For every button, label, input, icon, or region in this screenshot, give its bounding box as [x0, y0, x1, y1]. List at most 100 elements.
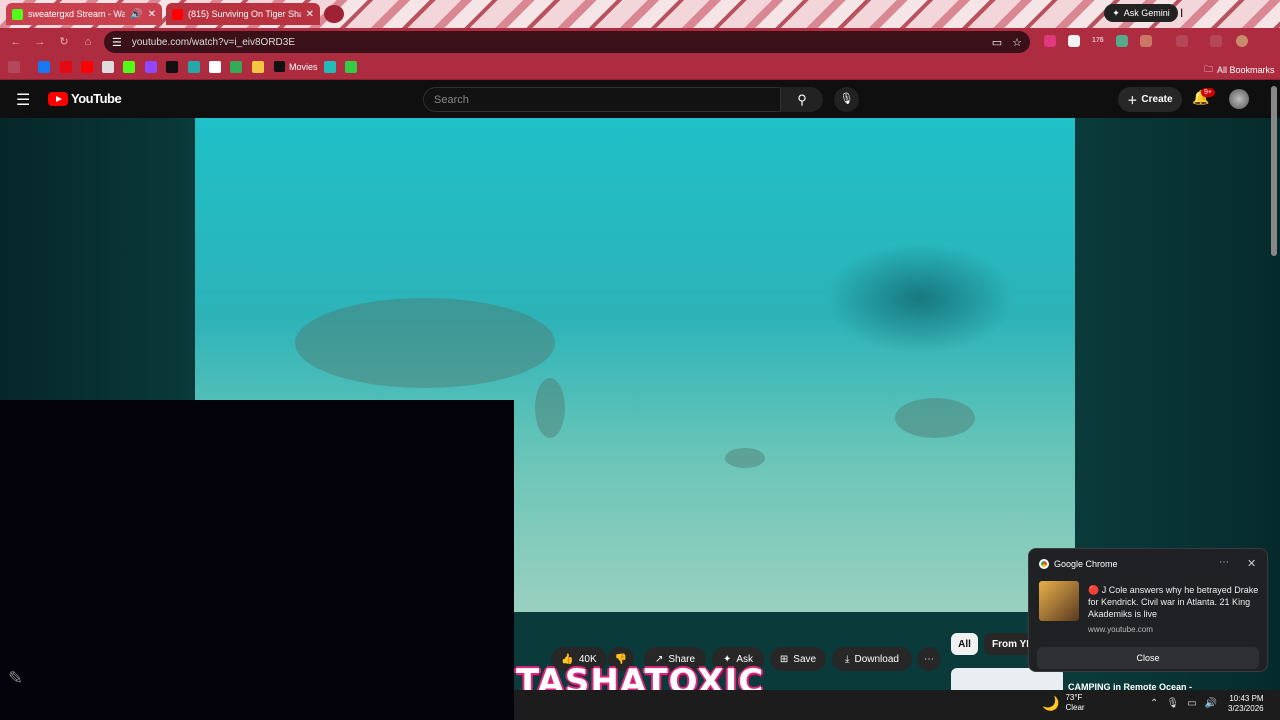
speaker-icon[interactable]: 🔊 [130, 9, 142, 20]
temperature: 73°F [1065, 693, 1083, 702]
bookmark-icon[interactable] [252, 61, 264, 73]
bookmark-icon: ⊞ [779, 653, 789, 665]
microphone-icon[interactable]: 🎙 [1166, 698, 1179, 709]
profile-avatar[interactable] [1236, 35, 1248, 47]
extension-badge[interactable]: 176 [1092, 37, 1104, 44]
network-icon[interactable]: ▭ [1187, 698, 1196, 709]
seafloor-rocks [725, 448, 765, 468]
seafloor-rocks [895, 398, 975, 438]
chrome-notification[interactable]: Google Chrome ⋯ ✕ 🔴 J Cole answers why h… [1028, 548, 1268, 672]
youtube-icon[interactable] [81, 61, 93, 73]
tab-title: (815) Surviving On Tiger Shark [188, 9, 301, 19]
time: 10:43 PM [1229, 694, 1264, 703]
search-input[interactable]: Search [423, 87, 781, 112]
all-bookmarks-button[interactable]: 🗀 All Bookmarks [1204, 62, 1275, 78]
notification-thumbnail [1039, 581, 1079, 621]
tab-strip: sweatergxd Stream - Watch 🔊 ✕ (815) Surv… [0, 0, 1280, 28]
create-label: Create [1141, 94, 1173, 105]
facebook-icon[interactable] [38, 61, 50, 73]
more-options-icon[interactable]: ⋯ [1219, 557, 1229, 568]
save-button[interactable]: ⊞ Save [770, 647, 826, 671]
youtube-play-icon [48, 91, 68, 106]
youtube-icon [172, 8, 183, 20]
play-icon [274, 61, 285, 72]
chrome-icon [1039, 559, 1049, 569]
more-icon: ⋯ [924, 653, 934, 665]
date: 3/23/2026 [1228, 704, 1264, 713]
extension-icon[interactable] [1210, 35, 1222, 47]
tab-sweatergxd-stream[interactable]: sweatergxd Stream - Watch 🔊 ✕ [6, 3, 162, 25]
page-scrollbar[interactable] [1271, 86, 1277, 256]
bookmark-icon[interactable] [209, 61, 221, 73]
moon-icon: 🌙 [1042, 695, 1060, 711]
bookmark-star-icon[interactable]: ☆ [1012, 36, 1022, 49]
chevron-up-icon[interactable]: ⌃ [1150, 698, 1158, 709]
home-icon[interactable]: ⌂ [80, 34, 96, 50]
notification-header: Google Chrome [1039, 559, 1118, 569]
bookmark-movies[interactable]: Movies [274, 61, 318, 72]
close-icon[interactable]: ✕ [306, 9, 314, 20]
bookmarks-bar: Movies 🗀 All Bookmarks [0, 56, 1280, 80]
notification-app: Google Chrome [1054, 559, 1118, 569]
sparkle-icon: ✦ [1112, 7, 1120, 18]
download-button[interactable]: ⤓ Download [832, 647, 912, 671]
reload-icon[interactable]: ↻ [56, 34, 72, 50]
back-icon[interactable]: ← [8, 34, 24, 50]
volume-icon[interactable]: 🔊 [1205, 698, 1217, 709]
site-info-icon[interactable]: ☰ [112, 36, 122, 49]
avatar[interactable] [1229, 89, 1249, 109]
plus-icon: ＋ [1127, 96, 1138, 107]
extension-icon[interactable] [1068, 35, 1080, 47]
ask-gemini-button[interactable]: ✦ Ask Gemini [1104, 4, 1178, 22]
extension-icon[interactable] [1116, 35, 1128, 47]
extension-icon[interactable] [1044, 35, 1056, 47]
close-icon[interactable]: ✕ [1247, 557, 1256, 570]
pen-icon: ✎ [8, 668, 24, 688]
close-icon[interactable]: ✕ [148, 9, 156, 20]
windows-taskbar: 🌙 73°F Clear ⌃ 🎙 ▭ 🔊 10:43 PM 3/23/2026 [514, 690, 1280, 720]
create-button[interactable]: ＋ Create [1118, 87, 1182, 112]
twitch-icon[interactable] [145, 61, 157, 73]
extension-icon[interactable] [1140, 35, 1152, 47]
hamburger-menu-icon[interactable]: ☰ [16, 90, 30, 110]
bookmark-icon[interactable] [230, 61, 242, 73]
apps-icon[interactable] [8, 61, 20, 73]
bookmark-icon[interactable] [324, 61, 336, 73]
notification-close-button[interactable]: Close [1037, 647, 1259, 669]
kick-icon[interactable] [123, 61, 135, 73]
seafloor-rocks [535, 378, 565, 438]
tab-youtube-video[interactable]: (815) Surviving On Tiger Shark ✕ [166, 3, 320, 25]
gemini-label: Ask Gemini [1123, 8, 1170, 18]
netflix-icon[interactable] [60, 61, 72, 73]
bookmark-icon[interactable] [188, 61, 200, 73]
clock[interactable]: 10:43 PM 3/23/2026 [1228, 694, 1264, 714]
text-cursor-icon: I [1180, 6, 1184, 20]
system-tray: ⌃ 🎙 ▭ 🔊 [1150, 698, 1217, 709]
youtube-header: ☰ YouTube Search ⚲ 🎙 ＋ Create 🔔 9+ [0, 80, 1280, 118]
folder-icon: 🗀 [1204, 64, 1214, 74]
forward-icon[interactable]: → [32, 34, 48, 50]
bookmark-icon[interactable] [345, 61, 357, 73]
more-actions-button[interactable]: ⋯ [917, 647, 941, 671]
youtube-logo[interactable]: YouTube [48, 91, 122, 106]
kick-icon [12, 8, 23, 20]
instagram-icon[interactable] [102, 61, 114, 73]
new-tab-button[interactable] [324, 5, 344, 23]
weather-widget[interactable]: 🌙 73°F Clear [1042, 693, 1085, 713]
extension-icon[interactable] [1176, 35, 1188, 47]
search-icon[interactable]: ⚲ [781, 87, 823, 112]
notification-message: 🔴 J Cole answers why he betrayed Drake f… [1088, 585, 1259, 619]
cast-icon[interactable]: ▭ [992, 36, 1002, 49]
tab-title: sweatergxd Stream - Watch [28, 9, 126, 19]
microphone-icon[interactable]: 🎙 [834, 87, 859, 112]
address-bar[interactable]: ☰ youtube.com/watch?v=i_eiv8ORD3E ▭ ☆ [104, 31, 1030, 53]
download-icon: ⤓ [845, 653, 850, 665]
seafloor-rocks [295, 298, 555, 388]
chip-all[interactable]: All [951, 633, 978, 655]
weather-condition: Clear [1065, 703, 1085, 712]
notification-source: www.youtube.com [1088, 625, 1153, 634]
url-text: youtube.com/watch?v=i_eiv8ORD3E [131, 36, 296, 48]
logo-text: YouTube [71, 91, 122, 106]
x-icon[interactable] [166, 61, 178, 73]
bookmark-label: Movies [289, 61, 318, 72]
